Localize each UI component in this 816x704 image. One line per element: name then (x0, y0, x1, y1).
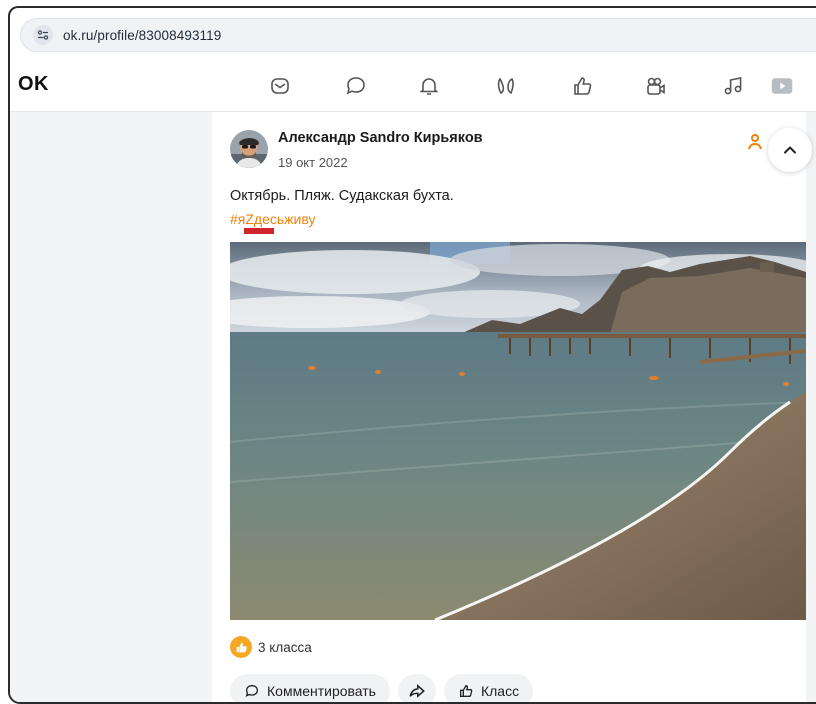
collapse-button[interactable] (768, 128, 812, 172)
comment-label: Комментировать (267, 683, 376, 699)
post-card: Александр Sandro Кирьяков 19 окт 2022 Ок… (212, 112, 812, 702)
post-text: Октябрь. Пляж. Судакская бухта. (230, 188, 454, 204)
likes-summary[interactable]: 3 класса (230, 636, 312, 658)
right-sidebar (806, 112, 816, 702)
discussions-icon[interactable] (343, 73, 369, 99)
like-label: Класс (480, 683, 520, 699)
post-photo[interactable] (230, 242, 806, 620)
music-icon[interactable] (720, 73, 746, 99)
hashtag-link[interactable]: #яZдесьживу (230, 211, 315, 227)
guests-icon[interactable] (493, 73, 519, 99)
video-play-icon[interactable] (768, 73, 796, 99)
hashtag-underline-marker (244, 228, 274, 234)
url-text[interactable]: ok.ru/profile/83008493119 (63, 28, 221, 43)
browser-window: ok.ru/profile/83008493119 OK Александр S… (8, 6, 816, 704)
top-navigation: OK (10, 60, 816, 112)
author-avatar[interactable] (230, 130, 268, 168)
likes-icon[interactable] (569, 73, 595, 99)
comment-button[interactable]: Комментировать (230, 674, 390, 702)
notifications-icon[interactable] (416, 73, 442, 99)
comment-icon (245, 684, 259, 697)
post-date[interactable]: 19 окт 2022 (278, 155, 348, 170)
person-icon[interactable] (746, 132, 764, 152)
video-icon[interactable] (643, 73, 669, 99)
author-name[interactable]: Александр Sandro Кирьяков (278, 130, 483, 146)
likes-count: 3 класса (258, 639, 312, 655)
messages-icon[interactable] (267, 73, 293, 99)
site-settings-icon[interactable] (33, 25, 53, 45)
like-button[interactable]: Класс (443, 674, 534, 702)
chevron-up-icon (784, 146, 796, 154)
thumbs-up-icon (459, 684, 473, 697)
post-actions: Комментировать Класс (230, 674, 534, 702)
address-bar[interactable]: ok.ru/profile/83008493119 (20, 18, 816, 52)
left-sidebar (10, 112, 212, 702)
like-badge-icon (230, 636, 252, 658)
ok-logo[interactable]: OK (18, 73, 49, 96)
share-icon (409, 684, 425, 698)
share-button[interactable] (397, 674, 436, 702)
